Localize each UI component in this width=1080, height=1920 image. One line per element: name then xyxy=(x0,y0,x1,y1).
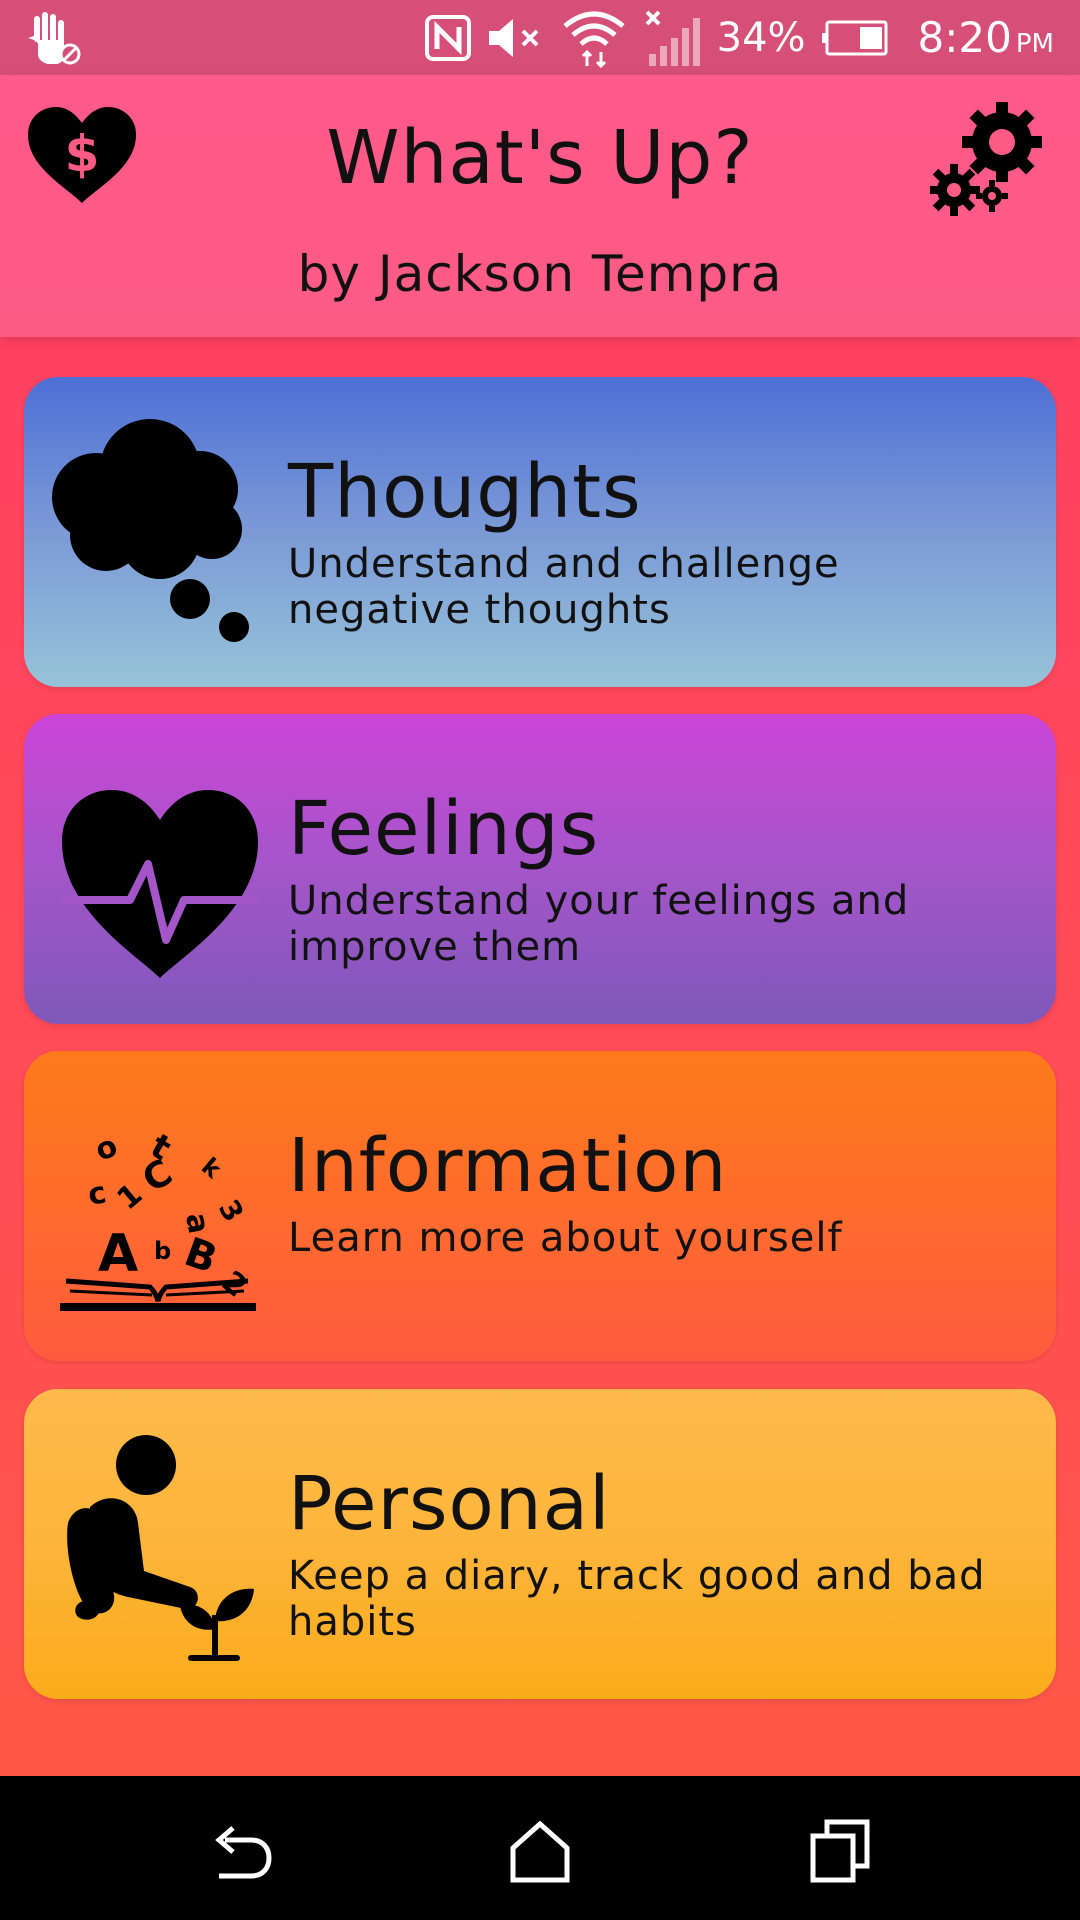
system-nav-bar xyxy=(0,1776,1080,1920)
svg-text:c: c xyxy=(85,1175,109,1213)
svg-text:B: B xyxy=(179,1229,223,1283)
svg-text:1: 1 xyxy=(111,1177,149,1217)
card-title: Thoughts xyxy=(288,449,642,535)
settings-gears-icon[interactable] xyxy=(930,100,1050,220)
card-information[interactable]: o t k c 1 C a 3 A b B 2 Information Lear… xyxy=(24,1051,1056,1361)
home-icon[interactable] xyxy=(505,1816,575,1886)
person-plant-icon xyxy=(67,1435,254,1661)
card-title: Information xyxy=(288,1123,728,1209)
clock: 8:20 PM xyxy=(918,13,1054,62)
svg-text:A: A xyxy=(98,1224,138,1284)
nfc-icon xyxy=(424,14,471,61)
status-icons: 34% 8:20 PM xyxy=(424,0,1054,75)
card-personal[interactable]: Personal Keep a diary, track good and ba… xyxy=(24,1389,1056,1699)
recents-icon[interactable] xyxy=(805,1816,875,1886)
card-description: Keep a diary, track good and bad habits xyxy=(288,1553,986,1645)
card-description: Understand and challenge negative though… xyxy=(288,541,840,633)
wifi-icon xyxy=(563,11,625,68)
heartbeat-icon xyxy=(62,790,258,978)
app-title: What's Up? xyxy=(326,115,754,201)
card-title: Feelings xyxy=(288,786,600,872)
svg-text:o: o xyxy=(91,1129,122,1169)
no-signal-icon xyxy=(645,10,700,66)
thought-cloud-icon xyxy=(52,419,249,642)
card-description: Understand your feelings and improve the… xyxy=(288,878,910,970)
svg-text:b: b xyxy=(154,1237,171,1265)
card-title: Personal xyxy=(288,1461,611,1547)
app-subtitle: by Jackson Tempra xyxy=(297,245,783,303)
battery-percent: 34% xyxy=(716,14,806,61)
back-icon[interactable] xyxy=(205,1816,275,1886)
card-feelings[interactable]: Feelings Understand your feelings and im… xyxy=(24,714,1056,1024)
card-description: Learn more about yourself xyxy=(288,1215,843,1261)
do-not-disturb-hand-icon xyxy=(28,12,81,65)
clock-ampm: PM xyxy=(1015,29,1054,59)
clock-time: 8:20 xyxy=(917,13,1012,62)
card-thoughts[interactable]: Thoughts Understand and challenge negati… xyxy=(24,377,1056,687)
battery-icon xyxy=(821,20,888,55)
svg-text:3: 3 xyxy=(212,1194,250,1227)
volume-muted-icon xyxy=(488,18,539,57)
status-bar: 34% 8:20 PM xyxy=(0,0,1080,75)
app-header: $ What's Up? by Jackson Tempra xyxy=(0,75,1080,337)
book-letters-icon: o t k c 1 C a 3 A b B 2 xyxy=(60,1126,256,1311)
svg-text:C: C xyxy=(136,1152,179,1201)
svg-text:k: k xyxy=(196,1152,227,1184)
